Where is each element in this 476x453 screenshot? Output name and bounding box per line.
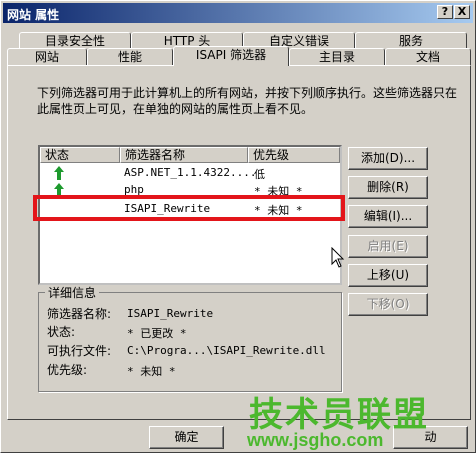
tab-website[interactable]: 网站 (7, 48, 87, 66)
help-button[interactable]: ? (437, 5, 453, 19)
highlight-box (33, 195, 345, 221)
close-button[interactable]: X (454, 5, 470, 19)
column-priority[interactable]: 优先级 (248, 147, 340, 163)
watermark-url: www.jsgho.com (247, 430, 384, 450)
column-status[interactable]: 状态 (40, 147, 120, 163)
mouse-cursor-icon (331, 247, 345, 268)
tab-documents[interactable]: 文档 (385, 48, 471, 66)
description-text: 下列筛选器可用于此计算机上的所有网站，并按下列顺序执行。这些筛选器只在此属性页上… (37, 86, 458, 116)
column-filter-name[interactable]: 筛选器名称 (120, 147, 248, 163)
title-bar: 网站 属性 (3, 3, 473, 23)
up-arrow-icon (54, 166, 64, 180)
filter-priority: 低 (254, 168, 265, 181)
tab-home-directory[interactable]: 主目录 (289, 48, 385, 66)
ok-button[interactable]: 确定 (149, 426, 224, 449)
properties-window: 网站 属性 ? X 目录安全性 HTTP 头 自定义错误 服务 网站 性能 IS… (0, 0, 476, 453)
filter-name: ASP.NET_1.1.4322.... (124, 166, 257, 179)
tab-isapi-filters[interactable]: ISAPI 筛选器 (173, 46, 289, 66)
list-item[interactable]: ASP.NET_1.1.4322.... 低 (40, 165, 340, 181)
watermark-logo: 技术员联盟 (249, 395, 429, 435)
window-title: 网站 属性 (7, 8, 60, 22)
tab-performance[interactable]: 性能 (87, 48, 173, 66)
